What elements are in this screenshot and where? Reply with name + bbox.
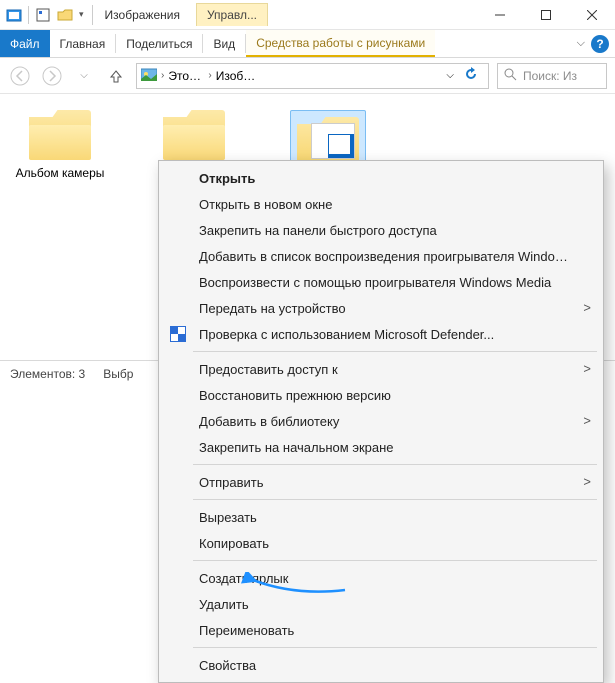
status-item-count: Элементов: 3	[10, 367, 85, 381]
menu-delete[interactable]: Удалить	[159, 591, 603, 617]
folder-icon	[29, 110, 91, 160]
folder-item-camera-roll[interactable]: Альбом камеры	[12, 110, 108, 180]
up-button[interactable]	[104, 64, 128, 88]
new-folder-icon[interactable]	[57, 7, 73, 23]
tab-view[interactable]: Вид	[203, 30, 245, 57]
forward-button[interactable]	[40, 64, 64, 88]
folder-icon	[163, 110, 225, 160]
menu-give-access[interactable]: Предоставить доступ к>	[159, 356, 603, 382]
menu-send-to[interactable]: Отправить>	[159, 469, 603, 495]
menu-separator	[193, 351, 597, 352]
menu-add-wmp-playlist[interactable]: Добавить в список воспроизведения проигр…	[159, 243, 603, 269]
address-bar[interactable]: › Это… › Изоб… ⌵	[136, 63, 489, 89]
breadcrumb-item[interactable]: Изоб…	[216, 69, 256, 83]
item-label: Альбом камеры	[16, 166, 105, 180]
menu-create-shortcut[interactable]: Создать ярлык	[159, 565, 603, 591]
menu-pin-quick-access[interactable]: Закрепить на панели быстрого доступа	[159, 217, 603, 243]
title-separator	[92, 5, 93, 25]
menu-cast-device[interactable]: Передать на устройство>	[159, 295, 603, 321]
ribbon-collapse-icon[interactable]: ⌵	[573, 33, 589, 54]
menu-pin-start[interactable]: Закрепить на начальном экране	[159, 434, 603, 460]
titlebar: ▾ Изображения Управл...	[0, 0, 615, 30]
menu-copy[interactable]: Копировать	[159, 530, 603, 556]
submenu-arrow-icon: >	[583, 301, 591, 316]
minimize-button[interactable]	[477, 0, 523, 30]
menu-restore-previous[interactable]: Восстановить прежнюю версию	[159, 382, 603, 408]
status-selected: Выбр	[103, 367, 133, 381]
context-menu: Открыть Открыть в новом окне Закрепить н…	[158, 160, 604, 683]
breadcrumb-item[interactable]: Это… ›	[168, 69, 211, 83]
help-icon[interactable]: ?	[591, 35, 609, 53]
menu-cut[interactable]: Вырезать	[159, 504, 603, 530]
search-icon	[504, 68, 517, 84]
menu-defender-scan[interactable]: Проверка с использованием Microsoft Defe…	[159, 321, 603, 347]
defender-icon	[169, 325, 187, 343]
pictures-library-icon	[141, 67, 157, 84]
menu-open[interactable]: Открыть	[159, 165, 603, 191]
qat-separator	[28, 6, 29, 24]
menu-separator	[193, 560, 597, 561]
submenu-arrow-icon: >	[583, 414, 591, 429]
refresh-icon[interactable]	[458, 67, 484, 84]
breadcrumb-root[interactable]: ›	[161, 70, 164, 81]
menu-rename[interactable]: Переименовать	[159, 617, 603, 643]
quick-access-toolbar: ▾	[0, 6, 90, 24]
recent-dropdown-icon[interactable]: ⌵	[72, 64, 96, 88]
submenu-arrow-icon: >	[583, 475, 591, 490]
menu-add-library[interactable]: Добавить в библиотеку>	[159, 408, 603, 434]
app-icon	[6, 7, 22, 23]
qat-dropdown-icon[interactable]: ▾	[79, 9, 84, 20]
tab-file[interactable]: Файл	[0, 30, 50, 57]
close-button[interactable]	[569, 0, 615, 30]
address-dropdown-icon[interactable]: ⌵	[446, 70, 454, 81]
menu-open-new-window[interactable]: Открыть в новом окне	[159, 191, 603, 217]
back-button[interactable]	[8, 64, 32, 88]
contextual-tab-header[interactable]: Управл...	[196, 3, 268, 26]
menu-separator	[193, 647, 597, 648]
menu-separator	[193, 499, 597, 500]
maximize-button[interactable]	[523, 0, 569, 30]
submenu-arrow-icon: >	[583, 362, 591, 377]
tab-home[interactable]: Главная	[50, 30, 116, 57]
ribbon-tabs: Файл Главная Поделиться Вид Средства раб…	[0, 30, 615, 58]
window-title: Изображения	[95, 8, 190, 22]
navigation-bar: ⌵ › Это… › Изоб… ⌵ Поиск: Из	[0, 58, 615, 94]
properties-icon[interactable]	[35, 7, 51, 23]
menu-play-wmp[interactable]: Воспроизвести с помощью проигрывателя Wi…	[159, 269, 603, 295]
search-placeholder: Поиск: Из	[523, 69, 577, 83]
tab-share[interactable]: Поделиться	[116, 30, 202, 57]
window-controls	[477, 0, 615, 30]
menu-properties[interactable]: Свойства	[159, 652, 603, 678]
tab-picture-tools[interactable]: Средства работы с рисунками	[246, 30, 435, 57]
search-input[interactable]: Поиск: Из	[497, 63, 607, 89]
menu-separator	[193, 464, 597, 465]
